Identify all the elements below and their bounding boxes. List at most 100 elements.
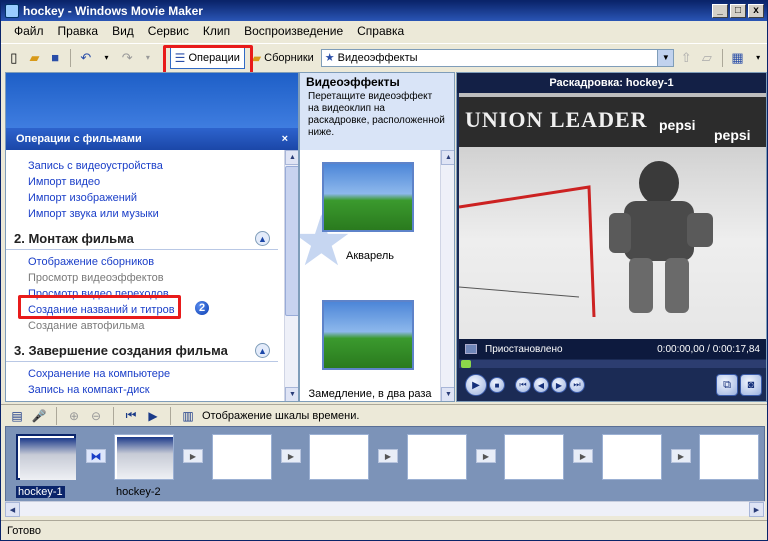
transition-slot[interactable]: ▶ xyxy=(378,449,398,463)
open-project-icon[interactable]: ▰ xyxy=(26,49,44,67)
menu-edit[interactable]: Правка xyxy=(51,24,106,38)
task-link-import-audio[interactable]: Импорт звука или музыки xyxy=(6,206,284,222)
menu-help[interactable]: Справка xyxy=(350,24,411,38)
scroll-right-icon[interactable]: ▶ xyxy=(749,502,764,517)
view-dropdown-icon[interactable]: ▾ xyxy=(749,49,767,67)
window-title: hockey - Windows Movie Maker xyxy=(23,4,203,18)
menu-file[interactable]: Файл xyxy=(7,24,51,38)
collections-button[interactable]: ▰ Сборники xyxy=(248,47,318,69)
storyboard-hscrollbar[interactable]: ◀ ▶ xyxy=(5,501,765,517)
scroll-up-icon[interactable]: ▲ xyxy=(285,150,298,165)
rewind-storyboard-icon[interactable]: ⏮ xyxy=(123,408,139,424)
storyboard-toggle-icon[interactable]: ▤ xyxy=(9,408,25,424)
new-folder-icon[interactable]: ▱ xyxy=(698,49,716,67)
redo-dropdown-icon[interactable]: ▾ xyxy=(139,49,157,67)
snapshot-camera-icon[interactable]: ◙ xyxy=(740,374,762,396)
scroll-down-icon[interactable]: ▼ xyxy=(285,387,298,401)
preview-monitor: Раскадровка: hockey-1 UNION LEADER pepsi… xyxy=(456,72,767,402)
clip-slot-empty[interactable] xyxy=(602,434,662,480)
toolbar-separator xyxy=(56,406,57,425)
menu-play[interactable]: Воспроизведение xyxy=(237,24,350,38)
task-pane-close-icon[interactable]: × xyxy=(282,133,288,145)
chevron-down-icon[interactable]: ▼ xyxy=(657,49,674,66)
toolbar-separator xyxy=(721,48,723,67)
task-link-burn-cd[interactable]: Запись на компакт-диск xyxy=(6,382,284,398)
effects-title: Видеоэффекты xyxy=(306,75,400,89)
task-link-show-collections[interactable]: Отображение сборников xyxy=(6,254,284,270)
transition-slot-active[interactable]: ⧓ xyxy=(86,449,106,463)
seek-bar[interactable] xyxy=(459,360,766,368)
task-pane-header: Операции с фильмами × xyxy=(6,128,298,150)
undo-icon[interactable]: ↶ xyxy=(77,49,95,67)
close-button[interactable]: x xyxy=(748,4,764,18)
up-folder-icon[interactable]: ⇧ xyxy=(677,49,695,67)
transition-slot[interactable]: ▶ xyxy=(573,449,593,463)
task-link-import-images[interactable]: Импорт изображений xyxy=(6,190,284,206)
forward-icon[interactable]: ▶ xyxy=(551,377,567,393)
transition-slot[interactable]: ▶ xyxy=(281,449,301,463)
minimize-button[interactable]: _ xyxy=(712,4,728,18)
task-link-view-effects[interactable]: Просмотр видеоэффектов xyxy=(6,270,284,286)
timeline-icon[interactable]: ▥ xyxy=(180,408,196,424)
clip-slot-empty[interactable] xyxy=(309,434,369,480)
clip-slot-empty[interactable] xyxy=(699,434,759,480)
maximize-button[interactable]: □ xyxy=(730,4,746,18)
clip-slot-empty[interactable] xyxy=(407,434,467,480)
menu-view[interactable]: Вид xyxy=(105,24,141,38)
narration-mic-icon[interactable]: 🎤 xyxy=(31,408,47,424)
menu-tools[interactable]: Сервис xyxy=(141,24,196,38)
clip-slot-1[interactable] xyxy=(16,434,76,480)
scroll-up-icon[interactable]: ▲ xyxy=(441,150,454,165)
effect-label-slowdown: Замедление, в два раза xyxy=(308,388,432,400)
clip-thumbnail xyxy=(20,438,76,480)
collection-select[interactable]: ★ Видеоэффекты ▼ xyxy=(320,48,675,67)
zoom-out-icon[interactable]: ⊖ xyxy=(88,408,104,424)
playback-time: 0:00:00,00 / 0:00:17,84 xyxy=(657,343,760,355)
scroll-thumb[interactable] xyxy=(285,166,298,316)
section-finish-movie[interactable]: 3. Завершение создания фильма ▲ xyxy=(6,340,278,362)
effect-tile-slowdown[interactable] xyxy=(322,300,414,370)
play-storyboard-icon[interactable]: ▶ xyxy=(145,408,161,424)
seek-knob[interactable] xyxy=(461,360,471,368)
collapse-up-icon[interactable]: ▲ xyxy=(255,343,270,358)
new-project-icon[interactable]: ▯ xyxy=(5,49,23,67)
previous-frame-icon[interactable]: ⏮ xyxy=(515,377,531,393)
task-pane-body: Запись с видеоустройства Импорт видео Им… xyxy=(6,150,284,401)
task-link-automovie[interactable]: Создание автофильма xyxy=(6,318,284,334)
task-link-import-video[interactable]: Импорт видео xyxy=(6,174,284,190)
scroll-left-icon[interactable]: ◀ xyxy=(5,502,20,517)
redo-icon[interactable]: ↷ xyxy=(118,49,136,67)
scroll-down-icon[interactable]: ▼ xyxy=(441,387,454,401)
collection-select-value: Видеоэффекты xyxy=(337,51,418,64)
view-options-icon[interactable]: ▦ xyxy=(729,49,747,67)
task-pane-scrollbar[interactable]: ▲ ▼ xyxy=(284,150,298,401)
effect-tile-watercolor[interactable] xyxy=(322,162,414,232)
section-edit-movie[interactable]: 2. Монтаж фильма ▲ xyxy=(6,228,278,250)
effects-scrollbar[interactable]: ▲ ▼ xyxy=(440,150,454,401)
split-clip-icon[interactable]: ⧉ xyxy=(716,374,738,396)
stop-icon[interactable]: ■ xyxy=(489,377,505,393)
show-timeline-label[interactable]: Отображение шкалы времени. xyxy=(202,410,359,422)
clip-label-2[interactable]: hockey-2 xyxy=(116,486,161,498)
task-link-save-computer[interactable]: Сохранение на компьютере xyxy=(6,366,284,382)
video-preview: UNION LEADER pepsi pepsi xyxy=(459,93,766,339)
movie-maker-window: hockey - Windows Movie Maker _ □ x Файл … xyxy=(0,0,768,541)
menu-bar: Файл Правка Вид Сервис Клип Воспроизведе… xyxy=(1,21,767,41)
clip-slot-2[interactable] xyxy=(114,434,174,480)
zoom-in-icon[interactable]: ⊕ xyxy=(66,408,82,424)
transition-slot[interactable]: ▶ xyxy=(476,449,496,463)
status-bar: Готово xyxy=(1,520,767,540)
transition-slot[interactable]: ▶ xyxy=(183,449,203,463)
collapse-up-icon[interactable]: ▲ xyxy=(255,231,270,246)
task-link-capture[interactable]: Запись с видеоустройства xyxy=(6,158,284,174)
undo-dropdown-icon[interactable]: ▾ xyxy=(98,49,116,67)
play-icon[interactable]: ▶ xyxy=(465,374,487,396)
clip-label-1[interactable]: hockey-1 xyxy=(16,486,65,498)
transition-slot[interactable]: ▶ xyxy=(671,449,691,463)
save-project-icon[interactable]: ■ xyxy=(46,49,64,67)
clip-slot-empty[interactable] xyxy=(212,434,272,480)
next-frame-icon[interactable]: ⏭ xyxy=(569,377,585,393)
rewind-icon[interactable]: ◀ xyxy=(533,377,549,393)
clip-slot-empty[interactable] xyxy=(504,434,564,480)
menu-clip[interactable]: Клип xyxy=(196,24,237,38)
